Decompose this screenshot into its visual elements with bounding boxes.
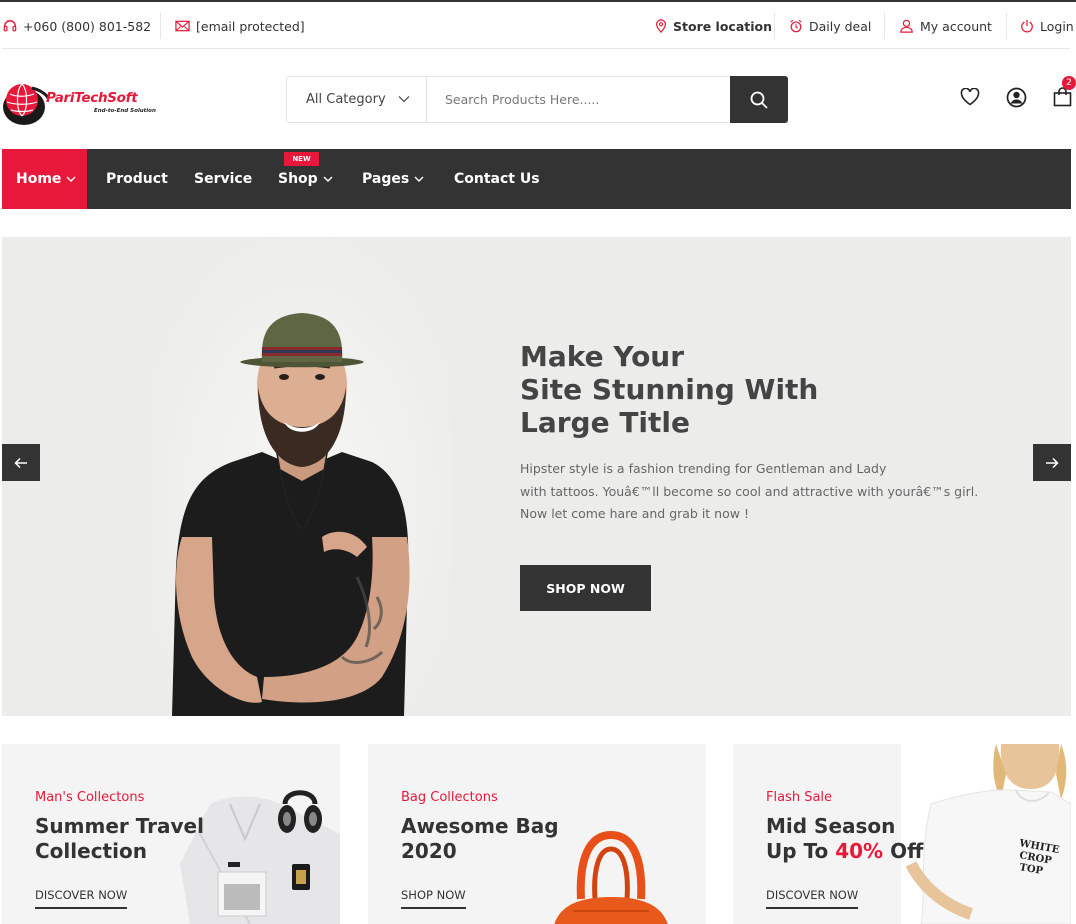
cart-count-badge: 2	[1062, 76, 1076, 90]
title-suffix: Off	[890, 839, 924, 863]
slider-prev-button[interactable]	[2, 444, 40, 481]
category-select[interactable]: All Category	[287, 77, 427, 122]
banner-title: Awesome Bag 2020	[401, 814, 559, 864]
discover-now-link[interactable]: DISCOVER NOW	[766, 888, 859, 909]
headset-icon	[3, 20, 17, 32]
banner-title-line: Up To 40% Off	[766, 839, 923, 864]
globe-logo-icon	[3, 83, 50, 125]
banner-subtitle: Man's Collectons	[35, 790, 145, 805]
banner-subtitle: Flash Sale	[766, 790, 833, 805]
logo-wordmark: PariTechSoft	[46, 90, 138, 106]
chevron-down-icon	[323, 176, 333, 182]
banner-title: Mid Season Up To 40% Off	[766, 814, 923, 864]
banner-mens-collection[interactable]: Man's Collectons Summer Travel Collectio…	[2, 744, 340, 924]
mail-icon	[175, 20, 190, 32]
banner-title-line: Collection	[35, 839, 147, 863]
daily-deal-link[interactable]: Daily deal	[789, 16, 871, 36]
search-button[interactable]	[730, 76, 788, 123]
divider	[2, 48, 1070, 49]
banner-title-line: Mid Season	[766, 814, 896, 838]
new-badge: NEW	[284, 152, 319, 166]
user-circle-icon	[1006, 87, 1026, 107]
title-prefix: Up To	[766, 839, 829, 863]
daily-deal-label: Daily deal	[809, 18, 872, 34]
slider-next-button[interactable]	[1033, 444, 1071, 481]
hero-title: Make Your Site Stunning With Large Title	[520, 340, 818, 439]
heart-icon	[960, 88, 980, 106]
nav-service-label: Service	[194, 171, 253, 187]
divider	[884, 13, 885, 39]
store-location-link[interactable]: Store location	[655, 16, 772, 36]
search-bar: All Category	[286, 76, 788, 123]
nav-pages-label: Pages	[362, 171, 410, 187]
discover-now-link[interactable]: DISCOVER NOW	[35, 888, 128, 909]
wishlist-button[interactable]	[959, 86, 981, 108]
arrow-right-icon	[1046, 457, 1059, 468]
hero-desc-line: Now let come hare and grab it now !	[520, 506, 749, 521]
phone-number: +060 (800) 801-582	[23, 18, 152, 34]
store-location-label: Store location	[673, 18, 773, 34]
category-select-value: All Category	[306, 92, 386, 107]
banner-subtitle: Bag Collectons	[401, 790, 498, 805]
email-contact[interactable]: [email protected]	[175, 16, 305, 36]
nav-service[interactable]: Service	[194, 149, 252, 209]
alarm-clock-icon	[790, 19, 802, 33]
hero-desc-line: with tattoos. Youâ€™ll become so cool an…	[520, 483, 979, 499]
nav-product[interactable]: Product	[106, 149, 168, 209]
hero-desc-line: Hipster style is a fashion trending for …	[520, 461, 887, 476]
account-button[interactable]	[1005, 86, 1027, 108]
nav-contact-us-label: Contact Us	[454, 171, 540, 187]
banner-title: Summer Travel Collection	[35, 814, 204, 864]
hero-model-image	[152, 237, 452, 716]
chevron-down-icon	[66, 176, 76, 182]
power-icon	[1021, 19, 1033, 33]
my-account-label: My account	[920, 18, 992, 34]
shop-now-link[interactable]: SHOP NOW	[401, 888, 466, 909]
chevron-down-icon	[414, 176, 424, 182]
hero-title-line: Large Title	[520, 406, 690, 439]
map-pin-icon	[656, 19, 666, 33]
divider	[160, 13, 161, 39]
hero-description: Hipster style is a fashion trending for …	[520, 458, 978, 526]
page: +060 (800) 801-582 [email protected] Sto…	[0, 0, 1076, 924]
email-address: [email protected]	[196, 18, 305, 34]
phone-contact[interactable]: +060 (800) 801-582	[3, 16, 151, 36]
top-bar: +060 (800) 801-582 [email protected] Sto…	[0, 0, 1076, 49]
woman-white-tshirt-image: WHITE CROP TOP	[901, 744, 1071, 924]
nav-shop-label: Shop	[278, 171, 318, 187]
user-icon	[900, 19, 913, 33]
discount-percent: 40%	[835, 839, 884, 863]
divider	[1006, 13, 1007, 39]
login-label: Login	[1040, 18, 1074, 34]
login-link[interactable]: Login	[1020, 16, 1074, 36]
hero-slider: Make Your Site Stunning With Large Title…	[2, 237, 1071, 716]
my-account-link[interactable]: My account	[899, 16, 992, 36]
hero-title-line: Make Your	[520, 340, 685, 373]
main-nav: Home Product Service Shop Pages Contact …	[2, 149, 1071, 209]
shopping-bag-icon	[1053, 87, 1071, 107]
chevron-down-icon	[398, 96, 410, 103]
banner-title-line: Awesome Bag	[401, 814, 559, 838]
site-logo[interactable]: PariTechSoft End-to-End Solution	[2, 80, 162, 126]
nav-product-label: Product	[106, 171, 168, 187]
search-icon	[750, 91, 768, 109]
hero-title-line: Site Stunning With	[520, 373, 819, 406]
banner-title-line: 2020	[401, 839, 457, 863]
banner-title-line: Summer Travel	[35, 814, 204, 838]
nav-home-label: Home	[16, 171, 62, 187]
divider	[774, 13, 775, 39]
banner-flash-sale[interactable]: WHITE CROP TOP Flash Sale Mid Season Up …	[733, 744, 1071, 924]
search-input[interactable]	[427, 77, 730, 122]
arrow-left-icon	[14, 457, 27, 468]
banner-bag-collection[interactable]: Bag Collectons Awesome Bag 2020 SHOP NOW	[368, 744, 706, 924]
nav-home[interactable]: Home	[2, 149, 87, 209]
nav-pages[interactable]: Pages	[362, 149, 424, 209]
nav-contact-us[interactable]: Contact Us	[454, 149, 540, 209]
shop-now-button[interactable]: SHOP NOW	[520, 565, 651, 611]
logo-tagline: End-to-End Solution	[94, 108, 156, 114]
